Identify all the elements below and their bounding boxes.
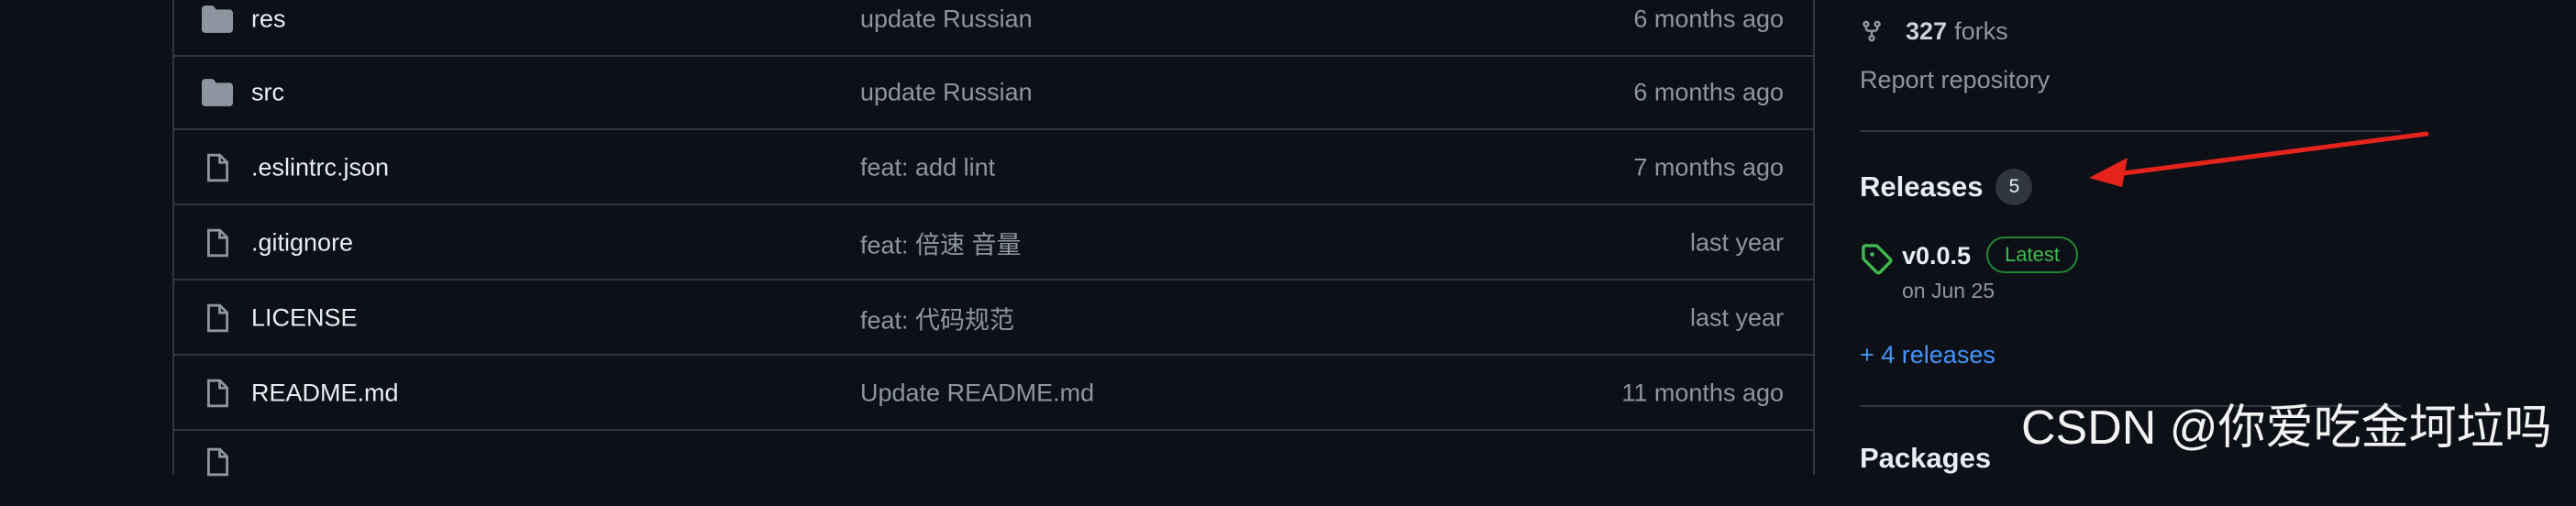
file-name-link[interactable]: res: [251, 6, 286, 34]
tag-icon: [1860, 242, 1893, 275]
table-row[interactable]: src update Russian 6 months ago: [174, 57, 1813, 130]
table-row[interactable]: README.md Update README.md 11 months ago: [174, 358, 1813, 431]
forks-label: forks: [1954, 16, 2008, 45]
table-row[interactable]: .eslintrc.json feat: add lint 7 months a…: [174, 132, 1813, 205]
releases-header: Releases 5: [1860, 169, 2033, 205]
file-name-link[interactable]: .gitignore: [251, 229, 353, 258]
forks-link[interactable]: 327 forks: [1860, 13, 2008, 50]
commit-message-link[interactable]: feat: 代码规范: [860, 301, 1014, 336]
file-name-link[interactable]: LICENSE: [251, 304, 358, 333]
commit-message-link[interactable]: feat: 倍速 音量: [860, 226, 1022, 261]
commit-message-link[interactable]: update Russian: [860, 6, 1033, 34]
releases-title-link[interactable]: Releases: [1860, 170, 1983, 204]
packages-title-link[interactable]: Packages: [1860, 442, 1991, 475]
file-name-link[interactable]: src: [251, 79, 284, 107]
table-row[interactable]: .gitignore feat: 倍速 音量 last year: [174, 207, 1813, 280]
latest-badge: Latest: [1986, 236, 2078, 273]
release-version-link[interactable]: v0.0.5: [1902, 242, 1971, 270]
folder-icon: [202, 77, 233, 108]
commit-time: 6 months ago: [1633, 78, 1784, 106]
file-icon: [202, 446, 233, 478]
table-row[interactable]: LICENSE feat: 代码规范 last year: [174, 282, 1813, 356]
file-name-link[interactable]: .eslintrc.json: [251, 154, 389, 182]
folder-icon: [202, 4, 233, 35]
report-repository-link[interactable]: Report repository: [1860, 66, 2050, 94]
file-icon: [202, 302, 233, 334]
commit-time: 11 months ago: [1621, 379, 1784, 407]
file-icon: [202, 152, 233, 183]
file-table: res update Russian 6 months ago src upda…: [172, 0, 1815, 477]
file-icon: [202, 378, 233, 409]
releases-count-badge: 5: [1996, 169, 2033, 205]
table-row[interactable]: [174, 433, 1813, 506]
commit-message-link[interactable]: Update README.md: [860, 380, 1094, 408]
commit-time: 6 months ago: [1633, 5, 1784, 33]
commit-message-link[interactable]: update Russian: [860, 79, 1033, 107]
commit-time: last year: [1689, 228, 1784, 257]
commit-message-link[interactable]: feat: add lint: [860, 154, 995, 182]
csdn-watermark: CSDN @你爱吃金坷垃吗: [2021, 402, 2552, 455]
fork-icon: [1863, 20, 1881, 42]
divider: [1860, 130, 2401, 132]
release-date: on Jun 25: [1902, 279, 1996, 302]
more-releases-link[interactable]: + 4 releases: [1860, 341, 1996, 369]
forks-count: 327: [1906, 16, 1948, 45]
file-icon: [202, 227, 233, 258]
commit-time: last year: [1689, 303, 1784, 332]
table-row[interactable]: res update Russian 6 months ago: [174, 0, 1813, 57]
file-name-link[interactable]: README.md: [251, 380, 399, 408]
commit-time: 7 months ago: [1633, 153, 1784, 182]
